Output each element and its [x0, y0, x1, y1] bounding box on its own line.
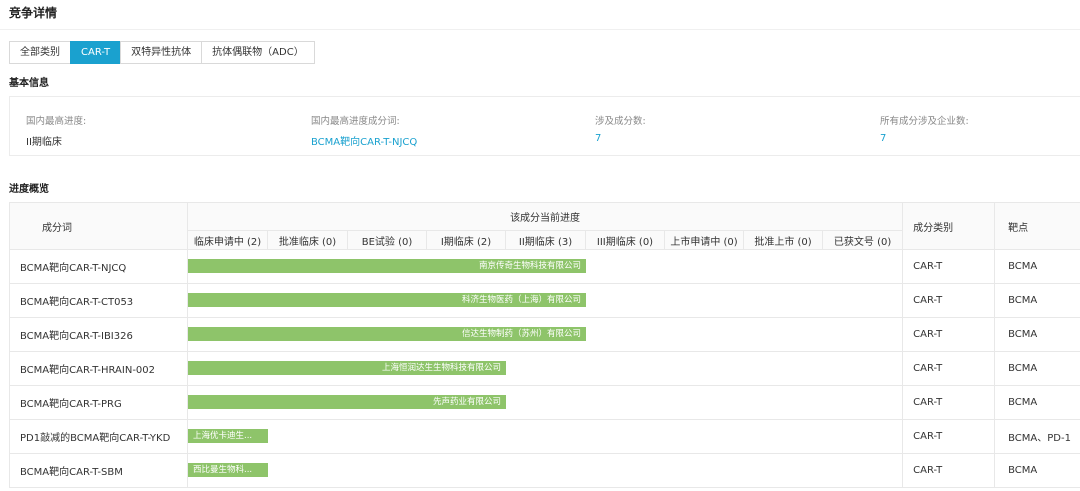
table-row: PD1敲减的BCMA靶向CAR-T-YKD 上海优卡迪生... CAR-T BC…: [9, 419, 1080, 454]
progress-table: 成分词 该成分当前进度 成分类别 靶点 临床申请中 (2) 批准临床 (0) B…: [9, 202, 1080, 488]
component-link[interactable]: BCMA靶向CAR-T-IBI326: [9, 317, 188, 352]
stage-header[interactable]: III期临床 (0): [585, 230, 665, 250]
table-row: BCMA靶向CAR-T-HRAIN-002 上海恒润达生生物科技有限公司 CAR…: [9, 351, 1080, 386]
progress-bar[interactable]: 南京传奇生物科技有限公司: [188, 259, 586, 273]
target-link[interactable]: BCMA: [994, 249, 1080, 284]
table-row: BCMA靶向CAR-T-NJCQ 南京传奇生物科技有限公司 CAR-T BCMA: [9, 249, 1080, 284]
component-link[interactable]: BCMA靶向CAR-T-PRG: [9, 385, 188, 420]
target-link[interactable]: BCMA: [994, 351, 1080, 386]
info-company-count: 所有成分涉及企业数: 7: [880, 113, 969, 144]
column-header-component: 成分词: [9, 202, 188, 250]
info-component-count: 涉及成分数: 7: [595, 113, 646, 144]
progress-bar[interactable]: 上海恒润达生生物科技有限公司: [188, 361, 506, 375]
table-row: BCMA靶向CAR-T-SBM 西比曼生物科... CAR-T BCMA: [9, 453, 1080, 488]
progress-bar[interactable]: 西比曼生物科...: [188, 463, 268, 477]
component-link[interactable]: BCMA靶向CAR-T-CT053: [9, 283, 188, 318]
table-row: BCMA靶向CAR-T-CT053 科济生物医药（上海）有限公司 CAR-T B…: [9, 283, 1080, 318]
progress-bar[interactable]: 信达生物制药（苏州）有限公司: [188, 327, 586, 341]
stage-header[interactable]: 上市申请中 (0): [664, 230, 744, 250]
info-value: II期临床: [26, 137, 62, 148]
progress-cell: 南京传奇生物科技有限公司: [186, 249, 904, 284]
progress-bar[interactable]: 科济生物医药（上海）有限公司: [188, 293, 586, 307]
info-label: 涉及成分数:: [595, 116, 646, 127]
target-link[interactable]: BCMA、PD-1: [994, 419, 1080, 454]
stage-header[interactable]: II期临床 (3): [505, 230, 586, 250]
category-cell: CAR-T: [902, 249, 996, 284]
column-header-category: 成分类别: [902, 202, 996, 250]
component-count-link[interactable]: 7: [595, 133, 646, 144]
info-label: 所有成分涉及企业数:: [880, 116, 969, 127]
info-highest-progress-component: 国内最高进度成分词: BCMA靶向CAR-T-NJCQ: [311, 113, 417, 148]
column-header-current-progress: 该成分当前进度: [186, 202, 904, 231]
category-tabs: 全部类别 CAR-T 双特异性抗体 抗体偶联物（ADC）: [9, 41, 315, 64]
target-link[interactable]: BCMA: [994, 385, 1080, 420]
component-link[interactable]: BCMA靶向CAR-T-HRAIN-002: [9, 351, 188, 386]
tab-car-t[interactable]: CAR-T: [70, 41, 122, 64]
stage-header[interactable]: BE试验 (0): [347, 230, 427, 250]
page-title: 竞争详情: [9, 6, 58, 20]
company-count-link[interactable]: 7: [880, 133, 969, 144]
progress-cell: 先声药业有限公司: [186, 385, 904, 420]
basic-info-panel: 国内最高进度: II期临床 国内最高进度成分词: BCMA靶向CAR-T-NJC…: [9, 96, 1080, 156]
category-cell: CAR-T: [902, 317, 996, 352]
progress-cell: 西比曼生物科...: [186, 453, 904, 488]
column-header-target: 靶点: [994, 202, 1080, 250]
component-link[interactable]: PD1敲减的BCMA靶向CAR-T-YKD: [9, 419, 188, 454]
progress-overview-title: 进度概览: [9, 184, 49, 195]
title-divider: [0, 29, 1080, 30]
target-link[interactable]: BCMA: [994, 317, 1080, 352]
stage-header[interactable]: 批准临床 (0): [267, 230, 348, 250]
progress-bar[interactable]: 先声药业有限公司: [188, 395, 506, 409]
category-cell: CAR-T: [902, 385, 996, 420]
table-row: BCMA靶向CAR-T-PRG 先声药业有限公司 CAR-T BCMA: [9, 385, 1080, 420]
tab-bispecific-antibody[interactable]: 双特异性抗体: [120, 41, 203, 64]
table-row: BCMA靶向CAR-T-IBI326 信达生物制药（苏州）有限公司 CAR-T …: [9, 317, 1080, 352]
stage-header[interactable]: I期临床 (2): [426, 230, 506, 250]
progress-cell: 信达生物制药（苏州）有限公司: [186, 317, 904, 352]
tab-all-categories[interactable]: 全部类别: [9, 41, 71, 64]
progress-cell: 科济生物医药（上海）有限公司: [186, 283, 904, 318]
info-highest-progress: 国内最高进度: II期临床: [26, 113, 86, 148]
target-link[interactable]: BCMA: [994, 283, 1080, 318]
stage-header[interactable]: 临床申请中 (2): [187, 230, 268, 250]
basic-info-title: 基本信息: [9, 78, 49, 89]
progress-bar[interactable]: 上海优卡迪生...: [188, 429, 268, 443]
info-label: 国内最高进度成分词:: [311, 116, 400, 127]
component-link[interactable]: BCMA靶向CAR-T-NJCQ: [9, 249, 188, 284]
category-cell: CAR-T: [902, 453, 996, 488]
category-cell: CAR-T: [902, 419, 996, 454]
info-label: 国内最高进度:: [26, 116, 87, 127]
progress-cell: 上海优卡迪生...: [186, 419, 904, 454]
stage-header[interactable]: 已获文号 (0): [821, 230, 904, 250]
target-link[interactable]: BCMA: [994, 453, 1080, 488]
tab-adc[interactable]: 抗体偶联物（ADC）: [201, 41, 315, 64]
progress-cell: 上海恒润达生生物科技有限公司: [186, 351, 904, 386]
stage-header[interactable]: 批准上市 (0): [743, 230, 823, 250]
component-link[interactable]: BCMA靶向CAR-T-SBM: [9, 453, 188, 488]
category-cell: CAR-T: [902, 283, 996, 318]
highest-component-link[interactable]: BCMA靶向CAR-T-NJCQ: [311, 133, 417, 148]
category-cell: CAR-T: [902, 351, 996, 386]
